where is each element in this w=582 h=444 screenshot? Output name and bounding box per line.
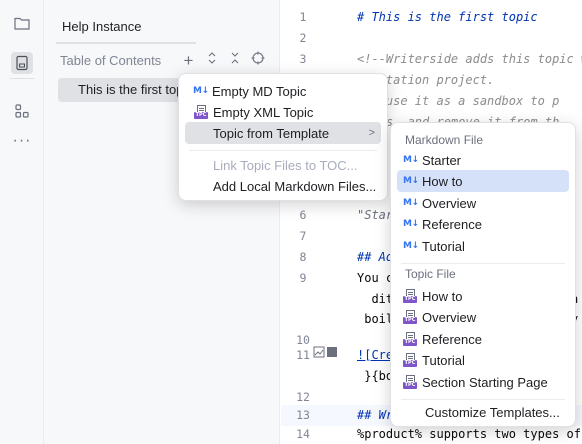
menu-item-tpc-reference[interactable]: TPC Reference — [397, 328, 569, 350]
markdown-icon: M↓ — [403, 219, 419, 229]
menu-item-md-overview[interactable]: M↓ Overview — [397, 192, 569, 214]
structure-icon[interactable] — [11, 100, 33, 122]
more-icon[interactable]: ··· — [10, 133, 34, 149]
menu-item-tpc-overview[interactable]: TPC Overview — [397, 306, 569, 328]
editor-line: 2 — [299, 31, 307, 45]
chevron-right-icon: > — [368, 127, 375, 139]
menu-item-tpc-tutorial[interactable]: TPC Tutorial — [397, 349, 569, 371]
tpc-icon: TPC — [403, 289, 417, 303]
markdown-icon: M↓ — [403, 241, 419, 251]
menu-item-customize-templates[interactable]: Customize Templates... — [397, 401, 569, 423]
tpc-icon: TPC — [403, 353, 417, 367]
editor-line: 3 <!--Writerside adds this topic w — [299, 52, 582, 66]
menu-item-md-starter[interactable]: M↓ Starter — [397, 149, 569, 171]
menu-separator — [401, 399, 565, 400]
add-topic-icon[interactable]: + — [180, 51, 197, 71]
tpc-icon: TPC — [194, 105, 208, 119]
panel-title: Help Instance — [62, 19, 142, 34]
tool-window-strip: ··· — [0, 0, 44, 444]
markdown-icon: M↓ — [403, 176, 419, 186]
collapse-all-icon[interactable] — [226, 51, 243, 71]
toc-toolbar: + — [180, 51, 266, 71]
help-instance-panel: Help Instance Table of Contents + This i… — [44, 0, 280, 444]
editor-line: 1 # This is the first topic — [299, 10, 538, 24]
markdown-icon: M↓ — [403, 155, 419, 165]
template-submenu: Markdown File M↓ Starter M↓ How to M↓ Ov… — [390, 122, 576, 427]
topic-file-header: Topic File — [405, 267, 456, 281]
menu-item-tpc-section-starting-page[interactable]: TPC Section Starting Page — [397, 371, 569, 393]
markdown-icon: M↓ — [403, 198, 419, 208]
documents-icon[interactable] — [11, 52, 33, 74]
menu-item-empty-md-topic[interactable]: M↓ Empty MD Topic — [185, 80, 381, 102]
strip-separator — [10, 78, 34, 79]
toc-label: Table of Contents — [60, 53, 162, 68]
image-preview-icon[interactable] — [313, 345, 339, 366]
menu-item-add-local-markdown[interactable]: Add Local Markdown Files... — [185, 175, 381, 197]
toc-item-label: This is the first top — [78, 82, 184, 97]
menu-separator — [401, 263, 565, 264]
menu-separator — [189, 150, 377, 151]
menu-item-topic-from-template[interactable]: Topic from Template > — [185, 122, 381, 144]
editor-line: 14 %product% supports two types of — [296, 427, 581, 441]
menu-item-md-how-to[interactable]: M↓ How to — [397, 170, 569, 192]
menu-item-md-reference[interactable]: M↓ Reference — [397, 213, 569, 235]
menu-item-empty-xml-topic[interactable]: TPC Empty XML Topic — [185, 101, 381, 123]
markdown-icon: M↓ — [193, 86, 209, 96]
expand-all-icon[interactable] — [203, 51, 220, 71]
menu-item-link-topic-files: Link Topic Files to TOC... — [213, 157, 358, 173]
markdown-file-header: Markdown File — [405, 133, 484, 147]
folder-icon[interactable] — [11, 12, 33, 34]
menu-item-md-tutorial[interactable]: M↓ Tutorial — [397, 235, 569, 257]
tpc-icon: TPC — [403, 310, 417, 324]
locate-icon[interactable] — [249, 51, 266, 71]
tpc-icon: TPC — [403, 375, 417, 389]
panel-title-underline — [56, 42, 196, 44]
menu-item-tpc-how-to[interactable]: TPC How to — [397, 285, 569, 307]
add-topic-menu: M↓ Empty MD Topic TPC Empty XML Topic To… — [178, 73, 388, 201]
tpc-icon: TPC — [403, 332, 417, 346]
